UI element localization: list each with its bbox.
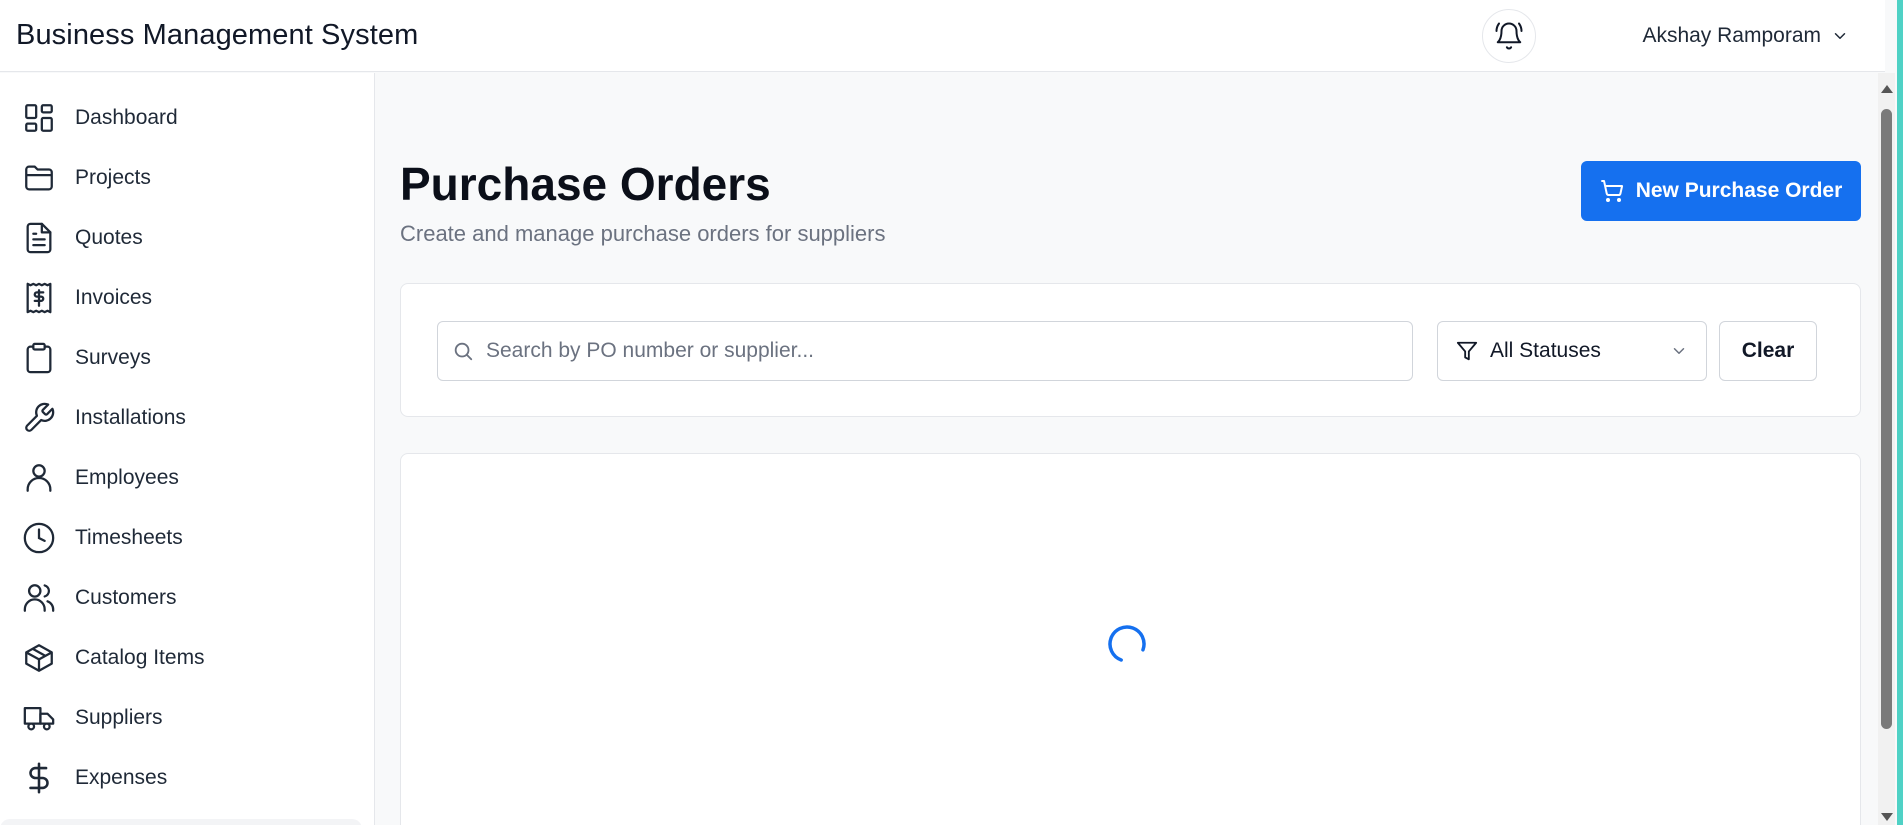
chevron-down-icon [1834,32,1846,39]
sidebar-item-label: Expenses [75,766,168,789]
sidebar-item-surveys[interactable]: Surveys [0,328,374,388]
sidebar-item-label: Customers [75,586,177,609]
clear-button[interactable]: Clear [1719,321,1817,381]
sidebar-item-employees[interactable]: Employees [0,448,374,508]
sidebar-item-label: Catalog Items [75,646,205,669]
status-filter-value: All Statuses [1490,339,1601,362]
sidebar-item-invoices[interactable]: Invoices [0,268,374,328]
app-title: Business Management System [16,19,419,51]
sidebar-item-dashboard[interactable]: Dashboard [0,88,374,148]
user-menu[interactable]: Akshay Ramporam [1642,24,1849,48]
scroll-thumb[interactable] [1881,109,1892,729]
search-icon [454,342,473,361]
results-card [400,453,1861,825]
sidebar-item-label: Projects [75,166,151,189]
sidebar-item-expenses[interactable]: Expenses [0,748,374,808]
wrench-icon [21,400,57,436]
top-bar: Business Management System Akshay Rampor… [0,0,1885,72]
sidebar-item-label: Quotes [75,226,143,249]
page-scrollbar[interactable] [1878,73,1895,825]
window-edge-accent [1897,0,1903,825]
main-content: Purchase Orders Create and manage purcha… [376,73,1885,825]
sidebar-item-quotes[interactable]: Quotes [0,208,374,268]
filter-card: All Statuses Clear [400,283,1861,417]
sidebar-item-label: Employees [75,466,179,489]
sidebar: Dashboard Projects Quotes Invoices Surve… [0,73,375,825]
sidebar-item-customers[interactable]: Customers [0,568,374,628]
sidebar-item-suppliers[interactable]: Suppliers [0,688,374,748]
notifications-button[interactable] [1482,8,1537,63]
clock-icon [21,520,57,556]
sidebar-item-label: Timesheets [75,526,183,549]
sidebar-item-partial[interactable] [0,819,362,825]
sidebar-item-timesheets[interactable]: Timesheets [0,508,374,568]
filter-icon [1456,341,1478,361]
sidebar-item-installations[interactable]: Installations [0,388,374,448]
receipt-icon [21,280,57,316]
user-name: Akshay Ramporam [1642,23,1821,47]
search-input[interactable] [486,339,1386,363]
sidebar-item-label: Installations [75,406,186,429]
scroll-down-arrow-icon[interactable] [1881,813,1893,821]
sidebar-item-label: Invoices [75,286,153,309]
truck-icon [21,700,57,736]
dollar-icon [21,760,57,796]
users-icon [21,580,57,616]
user-icon [21,460,57,496]
status-filter-select[interactable]: All Statuses [1437,321,1707,381]
package-icon [21,640,57,676]
shopping-cart-icon [1600,180,1623,202]
new-purchase-order-button[interactable]: New Purchase Order [1581,161,1861,221]
document-icon [21,220,57,256]
sidebar-item-catalog-items[interactable]: Catalog Items [0,628,374,688]
chevron-down-icon [1673,348,1685,354]
sidebar-item-projects[interactable]: Projects [0,148,374,208]
sidebar-item-label: Surveys [75,346,151,369]
scroll-up-arrow-icon[interactable] [1881,85,1893,93]
page-header: Purchase Orders Create and manage purcha… [400,161,1861,251]
topbar-right: Akshay Ramporam [1482,8,1869,63]
clipboard-icon [21,340,57,376]
bell-ring-icon [1495,22,1523,49]
new-purchase-order-label: New Purchase Order [1635,179,1843,202]
search-box[interactable] [437,321,1413,381]
sidebar-item-label: Suppliers [75,706,163,729]
folder-icon [21,160,57,196]
dashboard-icon [21,100,57,136]
page-subtitle: Create and manage purchase orders for su… [400,221,886,246]
loading-spinner-icon [1108,625,1146,663]
sidebar-item-label: Dashboard [75,106,178,129]
